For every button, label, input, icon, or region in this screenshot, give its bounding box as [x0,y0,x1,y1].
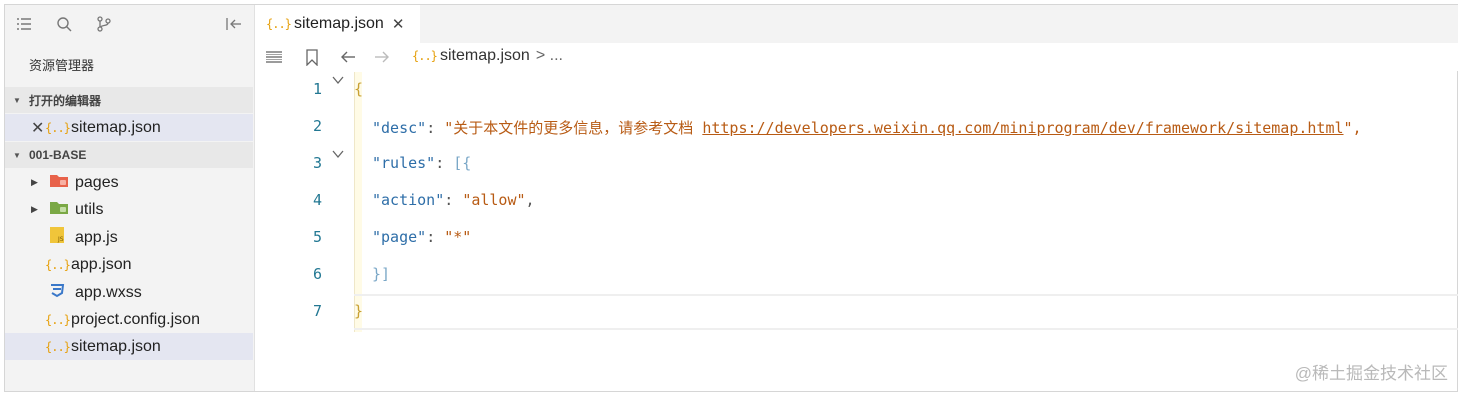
json-string: "allow" [462,191,526,209]
project-header[interactable]: ▼ 001-BASE [5,142,253,168]
tree-item-label: pages [75,173,119,191]
chevron-down-icon: ▼ [13,95,21,105]
editor-toolbar: {..} sitemap.json > ... [256,43,1458,71]
code-text: "page": "*" [372,228,471,246]
json-icon: {..} [45,120,71,135]
close-brace: } [354,302,364,320]
colon: : [426,119,445,137]
json-string: "关于本文件的更多信息，请参考文档 [444,119,703,137]
json-key: "page" [372,228,427,246]
code-line: 5 "page": "*" [256,220,1458,257]
chevron-right-icon: ▶ [31,204,38,214]
code-line: 6 }] [256,257,1458,294]
tree-item-label: app.json [71,255,132,273]
open-bracket: [{ [453,154,472,172]
line-number: 7 [312,302,322,320]
tree-item-app-js[interactable]: JS app.js [5,224,253,251]
fold-chevron-icon[interactable] [332,74,344,88]
open-editors-header[interactable]: ▼ 打开的编辑器 [5,87,253,113]
tree-item-app-json[interactable]: {..} app.json [5,251,253,278]
string-end: ", [1343,119,1362,137]
line-number: 1 [312,80,322,98]
tree-item-utils[interactable]: ▶ utils [5,196,253,223]
tree-item-app-wxss[interactable]: app.wxss [5,279,253,306]
colon: : [426,228,445,246]
line-number: 6 [312,265,322,283]
breadcrumb[interactable]: {..} sitemap.json > ... [412,47,563,65]
explorer-title: 资源管理器 [29,58,95,73]
wxss-file-icon [49,282,71,303]
utils-folder-icon [49,199,71,220]
svg-text:JS: JS [57,236,64,243]
collapse-panel-icon[interactable] [225,15,243,33]
json-icon: {..} [45,312,71,327]
bookmark-icon[interactable] [302,47,322,67]
breadcrumb-more[interactable]: > ... [536,47,563,65]
chevron-down-icon: ▼ [13,150,21,160]
explorer-sidebar: 资源管理器 ▼ 打开的编辑器 ✕ {..} sitemap.json ▼ 001… [5,5,255,391]
open-editor-item-sitemap[interactable]: ✕ {..} sitemap.json [5,114,253,141]
json-icon: {..} [45,257,71,272]
search-icon[interactable] [55,15,73,33]
tree-item-label: app.js [75,228,118,246]
link-url[interactable]: https://developers.weixin.qq.com/minipro… [702,119,1343,137]
json-icon: {..} [412,49,438,63]
code-text: { [354,80,363,98]
code-text: } [354,302,363,320]
json-icon: {..} [266,17,292,31]
comma: , [525,191,535,209]
tree-item-pages[interactable]: ▶ pages [5,169,253,196]
tree-item-label: utils [75,200,104,218]
tree-item-label: sitemap.json [71,337,161,355]
json-key: "rules" [372,154,436,172]
colon: : [435,154,454,172]
project-label: 001-BASE [29,148,87,162]
json-key: "desc" [372,119,427,137]
open-editors-label: 打开的编辑器 [29,93,102,108]
tree-item-project-config[interactable]: {..} project.config.json [5,306,253,333]
watermark: @稀土掘金技术社区 [1294,364,1448,383]
code-editor[interactable]: 1 { 2 "desc": "关于本文件的更多信息，请参考文档 https://… [256,72,1458,390]
open-brace: { [354,80,364,98]
editor-tab-bar: {..} sitemap.json ✕ [256,5,1458,43]
line-number: 5 [312,228,322,246]
js-file-icon: JS [49,226,71,249]
tree-item-label: app.wxss [75,283,142,301]
pages-folder-icon [49,172,71,193]
outline-list-icon[interactable] [264,47,284,67]
json-key: "action" [372,191,445,209]
back-arrow-icon[interactable] [338,47,358,67]
colon: : [444,191,463,209]
code-text: "action": "allow", [372,191,535,209]
source-control-icon[interactable] [95,15,113,33]
open-editor-label: sitemap.json [71,118,161,136]
sidebar-toolbar [5,5,254,43]
tab-sitemap-json[interactable]: {..} sitemap.json ✕ [256,5,420,43]
line-number: 2 [312,117,322,135]
tree-item-sitemap-json[interactable]: {..} sitemap.json [5,333,253,360]
chevron-right-icon: ▶ [31,177,38,187]
code-line: 3 "rules": [{ [256,146,1458,183]
close-icon[interactable]: ✕ [392,15,405,33]
fold-chevron-icon[interactable] [332,148,344,162]
code-text: "desc": "关于本文件的更多信息，请参考文档 https://develo… [372,117,1362,138]
forward-arrow-icon[interactable] [372,47,392,67]
line-number: 3 [312,154,322,172]
json-string: "*" [444,228,472,246]
code-line: 7 } [256,294,1458,331]
line-number: 4 [312,191,322,209]
list-icon[interactable] [15,15,33,33]
code-text: "rules": [{ [372,154,471,172]
tab-label: sitemap.json [294,15,384,32]
code-text: }] [372,265,390,283]
code-line: 2 "desc": "关于本文件的更多信息，请参考文档 https://deve… [256,109,1458,146]
code-line: 4 "action": "allow", [256,183,1458,220]
json-icon: {..} [45,339,71,354]
breadcrumb-file[interactable]: sitemap.json [440,47,530,65]
tree-item-label: project.config.json [71,310,200,328]
close-bracket: }] [372,265,391,283]
code-line: 1 { [256,72,1458,109]
